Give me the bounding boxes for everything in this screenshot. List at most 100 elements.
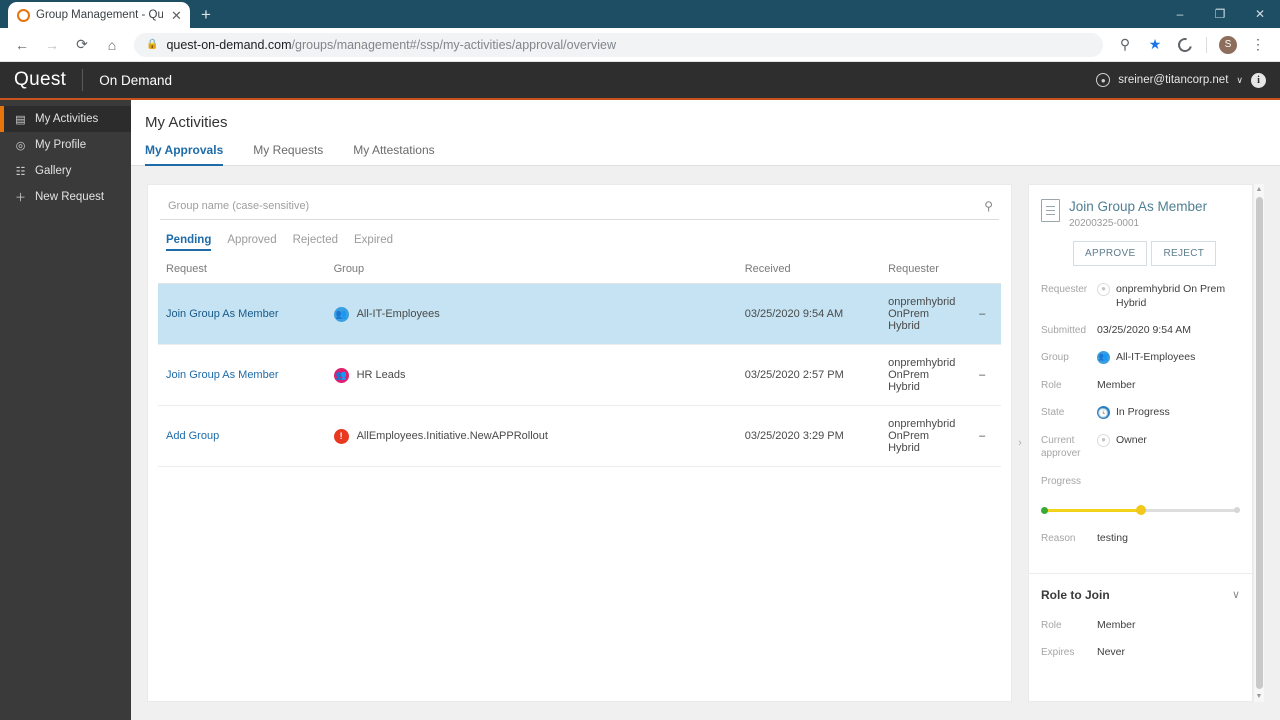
maximize-icon[interactable]: ❐ [1200, 0, 1240, 28]
progress-current-dot[interactable] [1135, 505, 1146, 516]
search-icon[interactable]: ⚲ [984, 199, 993, 213]
scroll-down-icon[interactable]: ▼ [1254, 691, 1264, 702]
table-row[interactable]: Join Group As Member 👥 HR Leads 03/25/20… [158, 344, 1001, 406]
field-label: Progress [1041, 475, 1082, 487]
filter-pending[interactable]: Pending [166, 234, 212, 251]
field-value: Member [1097, 618, 1136, 631]
cell-request[interactable]: Join Group As Member [158, 344, 326, 406]
progress-bar[interactable] [1029, 501, 1252, 517]
detail-scrollbar[interactable]: ▲ ▼ [1253, 184, 1264, 702]
cell-request[interactable]: Add Group [158, 405, 326, 467]
lock-icon: 🔒 [146, 39, 159, 50]
forward-icon[interactable]: → [38, 31, 66, 59]
url-path: /groups/management#/ssp/my-activities/ap… [291, 37, 616, 52]
filter-expired[interactable]: Expired [354, 234, 393, 251]
role-to-join-section-header[interactable]: Role to Join ∨ [1029, 572, 1252, 614]
address-bar[interactable]: 🔒 quest-on-demand.com/groups/management#… [134, 32, 1103, 57]
role-to-join-fields: Role Member Expires Never [1029, 614, 1252, 673]
tab-my-approvals[interactable]: My Approvals [145, 139, 239, 166]
browser-tab[interactable]: Group Management - Quest On ✕ [8, 2, 190, 28]
sidebar-item-label: My Profile [35, 139, 87, 151]
field-label: Role [1041, 619, 1062, 631]
scrollbar-thumb[interactable] [1256, 197, 1263, 689]
tab-my-requests[interactable]: My Requests [253, 139, 339, 165]
chevron-down-icon[interactable]: ∨ [1232, 588, 1240, 601]
table-header-row: Request Group Received Requester [158, 257, 1001, 284]
status-filters: Pending Approved Rejected Expired [158, 220, 1001, 251]
sidebar-item-gallery[interactable]: ☷ Gallery [0, 158, 131, 184]
row-actions-icon[interactable]: – [961, 344, 1001, 406]
field-label: State [1041, 407, 1065, 419]
product-name: On Demand [99, 72, 172, 88]
column-header-group: Group [325, 257, 737, 284]
approve-button[interactable]: APPROVE [1073, 240, 1148, 266]
scroll-up-icon[interactable]: ▲ [1254, 184, 1264, 195]
column-header-actions [961, 257, 1001, 284]
request-link[interactable]: Join Group As Member [166, 308, 279, 320]
approvals-table: Request Group Received Requester Join Gr… [158, 257, 1001, 467]
field-value: Owner [1116, 433, 1147, 446]
avatar-initial: S [1219, 35, 1237, 54]
progress-remaining-line [1144, 508, 1236, 512]
field-value: All-IT-Employees [1116, 351, 1196, 364]
filter-approved[interactable]: Approved [227, 234, 276, 251]
field-value: testing [1097, 532, 1128, 545]
request-link[interactable]: Join Group As Member [166, 369, 279, 381]
column-header-received: Received [736, 257, 881, 284]
field-role-to-join-role: Role Member [1041, 618, 1240, 633]
filter-rejected[interactable]: Rejected [293, 234, 338, 251]
document-icon [1041, 199, 1060, 222]
field-label: Current approver [1041, 434, 1081, 460]
search-icon[interactable]: ⚲ [1111, 31, 1139, 59]
tab-my-attestations[interactable]: My Attestations [353, 139, 450, 165]
row-actions-icon[interactable]: – [961, 283, 1001, 345]
user-circle-icon: ● [1097, 282, 1110, 296]
cell-group: 👥 All-IT-Employees [325, 283, 737, 345]
table-row[interactable]: Add Group ! AllEmployees.Initiative.NewA… [158, 405, 1001, 467]
bookmark-star-icon[interactable]: ★ [1141, 31, 1169, 59]
search-input[interactable] [168, 200, 985, 212]
quest-logo-icon [17, 8, 30, 22]
request-link[interactable]: Add Group [166, 430, 219, 442]
detail-header: Join Group As Member 20200325-0001 [1029, 185, 1252, 229]
column-header-requester: Requester [880, 257, 962, 284]
sidebar-item-my-activities[interactable]: ▤ My Activities [0, 106, 131, 132]
group-pink-icon: 👥 [333, 367, 349, 383]
sidebar-item-label: New Request [35, 191, 105, 203]
browser-menu-icon[interactable]: ⋮ [1244, 31, 1272, 59]
main-content: My Activities My Approvals My Requests M… [131, 100, 1280, 718]
row-actions-icon[interactable]: – [961, 405, 1001, 467]
minimize-icon[interactable]: – [1160, 0, 1200, 28]
field-label: Submitted [1041, 324, 1087, 336]
cell-request[interactable]: Join Group As Member [158, 283, 326, 345]
detail-title: Join Group As Member [1069, 199, 1208, 214]
profile-avatar[interactable]: S [1214, 31, 1242, 59]
column-header-request: Request [158, 257, 326, 284]
reload-icon[interactable]: ⟳ [68, 31, 96, 59]
quest-extension-icon[interactable] [1171, 31, 1199, 59]
group-blue-icon: 👥 [1097, 351, 1110, 365]
back-icon[interactable]: ← [8, 31, 36, 59]
close-icon[interactable]: ✕ [169, 8, 184, 23]
detail-fields: Requester ● onpremhybrid On Prem Hybrid S… [1029, 266, 1252, 502]
sidebar-item-my-profile[interactable]: ◎ My Profile [0, 132, 131, 158]
sidebar-item-label: Gallery [35, 165, 72, 177]
detail-panel: Join Group As Member 20200325-0001 APPRO… [1028, 184, 1264, 702]
cell-received: 03/25/2020 3:29 PM [736, 405, 881, 467]
info-icon[interactable]: i [1251, 72, 1266, 88]
home-icon[interactable]: ⌂ [98, 31, 126, 59]
progress-completed-line [1045, 508, 1145, 512]
field-value: Member [1097, 378, 1136, 391]
new-tab-button[interactable]: + [192, 2, 220, 28]
chevron-down-icon[interactable]: ∨ [1236, 75, 1243, 86]
sidebar-item-new-request[interactable]: ＋ New Request [0, 184, 131, 210]
field-label: Reason [1041, 533, 1076, 545]
field-value: Never [1097, 646, 1126, 659]
gallery-icon: ☷ [15, 165, 26, 178]
panel-collapse-handle[interactable]: › [1012, 184, 1028, 702]
close-window-icon[interactable]: ✕ [1240, 0, 1280, 28]
table-row[interactable]: Join Group As Member 👥 All-IT-Employees … [158, 283, 1001, 345]
toolbar-right: ⚲ ★ S ⋮ [1111, 31, 1272, 59]
approvals-card: ⚲ Pending Approved Rejected Expired Requ… [147, 184, 1012, 702]
reject-button[interactable]: REJECT [1151, 240, 1217, 266]
